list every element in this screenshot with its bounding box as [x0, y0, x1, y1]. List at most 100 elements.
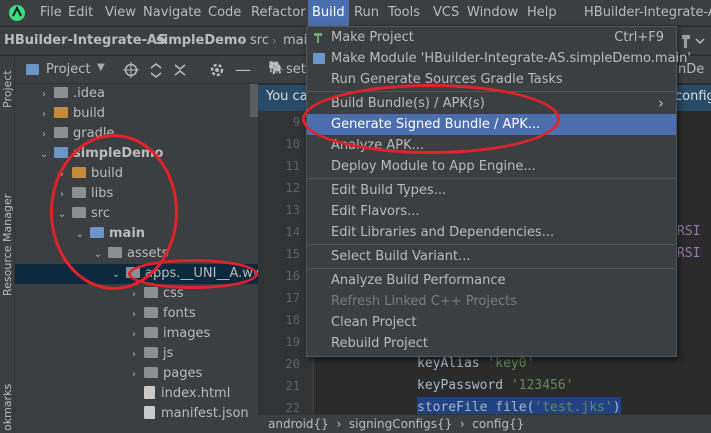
menu-item-label: Deploy Module to App Engine...	[331, 159, 536, 174]
menu-navigate[interactable]: Navigate	[139, 0, 205, 26]
menu-code[interactable]: Code	[204, 0, 245, 26]
menu-item-build-bundle-s-apk-s[interactable]: Build Bundle(s) / APK(s) ›	[307, 93, 676, 114]
menu-edit[interactable]: Edit	[64, 0, 97, 26]
menu-item-label: Analyze Build Performance	[331, 273, 506, 288]
window-title: HBuilder-Integrate-AS	[584, 5, 711, 20]
gradle-file-icon: 🐘	[268, 61, 285, 76]
chevron-right-icon[interactable]: ›	[128, 305, 140, 325]
menu-item-refresh-linked-c-projects: Refresh Linked C++ Projects	[307, 291, 676, 312]
tree-row[interactable]: › fonts	[128, 304, 196, 324]
gear-icon[interactable]	[209, 62, 225, 78]
menu-run[interactable]: Run	[350, 0, 383, 26]
hammer-icon	[312, 30, 326, 44]
menu-item-analyze-apk[interactable]: Analyze APK...	[307, 135, 676, 156]
folder-icon	[144, 347, 158, 358]
tree-row[interactable]: › js	[128, 344, 173, 364]
menu-item-select-build-variant[interactable]: Select Build Variant...	[307, 246, 676, 267]
tree-row[interactable]: ⌄ assets	[92, 244, 169, 265]
chevron-right-icon[interactable]: ›	[128, 325, 140, 345]
tree-row[interactable]: › css	[128, 284, 184, 304]
menu-help[interactable]: Help	[523, 0, 561, 26]
collapse-all-icon[interactable]	[148, 62, 164, 78]
code-fragment-14: RSI	[677, 224, 701, 239]
menu-build[interactable]: Build	[308, 0, 349, 26]
tree-row[interactable]: › libs	[56, 184, 113, 204]
menu-item-edit-build-types[interactable]: Edit Build Types...	[307, 180, 676, 201]
menu-vcs[interactable]: VCS	[429, 0, 463, 26]
project-tool-tab[interactable]: Project	[1, 70, 14, 108]
menu-item-clean-project[interactable]: Clean Project	[307, 312, 676, 333]
menu-item-make-project[interactable]: Make Project Ctrl+F9	[307, 27, 676, 48]
bookmarks-tool-tab[interactable]: okmarks	[1, 384, 14, 431]
minimize-panel-icon[interactable]: —	[235, 60, 251, 79]
notice-action-link[interactable]: config	[675, 89, 711, 104]
breadcrumb-item[interactable]: HBuilder-Integrate-AS	[4, 27, 166, 55]
tree-row[interactable]: › pages	[128, 364, 202, 384]
menu-item-generate-signed-bundle-apk[interactable]: Generate Signed Bundle / APK...	[307, 114, 676, 135]
tree-item-label: index.html	[161, 386, 231, 401]
folder-icon	[144, 287, 158, 298]
menu-item-make-module-hbuilder-integrate-as-simpledemo-main[interactable]: Make Module 'HBuilder-Integrate-AS.simpl…	[307, 48, 691, 69]
menu-item-edit-libraries-and-dependencies[interactable]: Edit Libraries and Dependencies...	[307, 222, 676, 243]
folder-icon	[144, 367, 158, 378]
menu-item-analyze-build-performance[interactable]: Analyze Build Performance	[307, 270, 676, 291]
chevron-right-icon[interactable]: ›	[56, 185, 68, 205]
menu-separator	[308, 91, 675, 92]
code-keyword: storeFile file(	[417, 400, 535, 415]
chevron-down-icon[interactable]: ⌄	[74, 225, 86, 245]
menu-item-label: Edit Flavors...	[331, 204, 420, 219]
tree-row[interactable]: ⌄ simpleDemo	[38, 144, 164, 165]
project-scrollbar[interactable]	[250, 84, 258, 117]
chevron-right-icon[interactable]: ›	[38, 125, 50, 145]
code-tail: )	[612, 400, 621, 415]
folder-icon	[54, 87, 68, 98]
chevron-right-icon[interactable]: ›	[56, 165, 68, 185]
tree-row[interactable]: manifest.json	[128, 404, 249, 424]
menu-refactor[interactable]: Refactor	[247, 0, 310, 26]
module-icon	[313, 53, 325, 64]
code-line[interactable]: keyPassword '123456'	[417, 375, 574, 397]
tree-row[interactable]: ⌄ src	[56, 204, 110, 224]
menu-view[interactable]: View	[101, 0, 140, 26]
chevron-down-icon[interactable]: ⌄	[110, 265, 122, 285]
breadcrumb-item[interactable]: mai	[283, 27, 307, 55]
resource-manager-tool-tab[interactable]: Resource Manager	[1, 194, 14, 296]
tree-item-label: manifest.json	[161, 406, 249, 421]
breadcrumb-item[interactable]: src	[250, 27, 269, 55]
menu-tools[interactable]: Tools	[384, 0, 424, 26]
chevron-down-icon[interactable]: ⌄	[38, 145, 50, 165]
menu-separator	[308, 178, 675, 179]
menu-file[interactable]: File	[36, 0, 66, 26]
tree-row[interactable]: › images	[128, 324, 210, 344]
tree-row[interactable]: ⌄ main	[74, 224, 145, 244]
expand-all-icon[interactable]	[172, 62, 188, 78]
tree-row[interactable]: › .idea	[38, 84, 105, 104]
menu-item-rebuild-project[interactable]: Rebuild Project	[307, 333, 676, 354]
code-string: 'test.jks'	[534, 400, 613, 415]
chevron-right-icon[interactable]: ›	[38, 105, 50, 125]
build-dropdown-menu: Make Project Ctrl+F9 Make Module 'HBuilder…	[306, 26, 691, 357]
menu-item-run-generate-sources-gradle-tasks[interactable]: Run Generate Sources Gradle Tasks	[307, 69, 676, 90]
tree-row[interactable]: ⌄ apps.__UNI__A.www	[110, 264, 274, 284]
chevron-right-icon[interactable]: ›	[38, 85, 50, 105]
chevron-right-icon[interactable]: ›	[128, 365, 140, 385]
tree-row[interactable]: › build	[38, 104, 105, 124]
breadcrumb-separator-icon: ›	[272, 34, 277, 48]
editor-breadcrumbs: android{} › signingConfigs{} › config{}	[258, 414, 711, 433]
tree-row[interactable]: › gradle	[38, 124, 114, 144]
tree-item-label: src	[91, 206, 110, 221]
tree-row[interactable]: index.html	[128, 384, 230, 404]
chevron-down-icon[interactable]: ⌄	[92, 245, 104, 265]
structure-breadcrumb[interactable]: android{} › signingConfigs{} › config{}	[268, 417, 524, 431]
code-fragment-15: RSI	[677, 246, 701, 261]
menu-item-edit-flavors[interactable]: Edit Flavors...	[307, 201, 676, 222]
locate-target-icon[interactable]	[123, 62, 139, 78]
menu-item-deploy-module-to-app-engine[interactable]: Deploy Module to App Engine...	[307, 156, 676, 177]
breadcrumb-item[interactable]: simpleDemo	[156, 27, 246, 55]
chevron-down-icon[interactable]: ▼	[97, 62, 105, 73]
tree-row[interactable]: › build	[56, 164, 123, 184]
chevron-down-icon[interactable]: ⌄	[56, 205, 68, 225]
chevron-right-icon[interactable]: ›	[128, 285, 140, 305]
menu-window[interactable]: Window	[463, 0, 522, 26]
chevron-right-icon[interactable]: ›	[128, 345, 140, 365]
